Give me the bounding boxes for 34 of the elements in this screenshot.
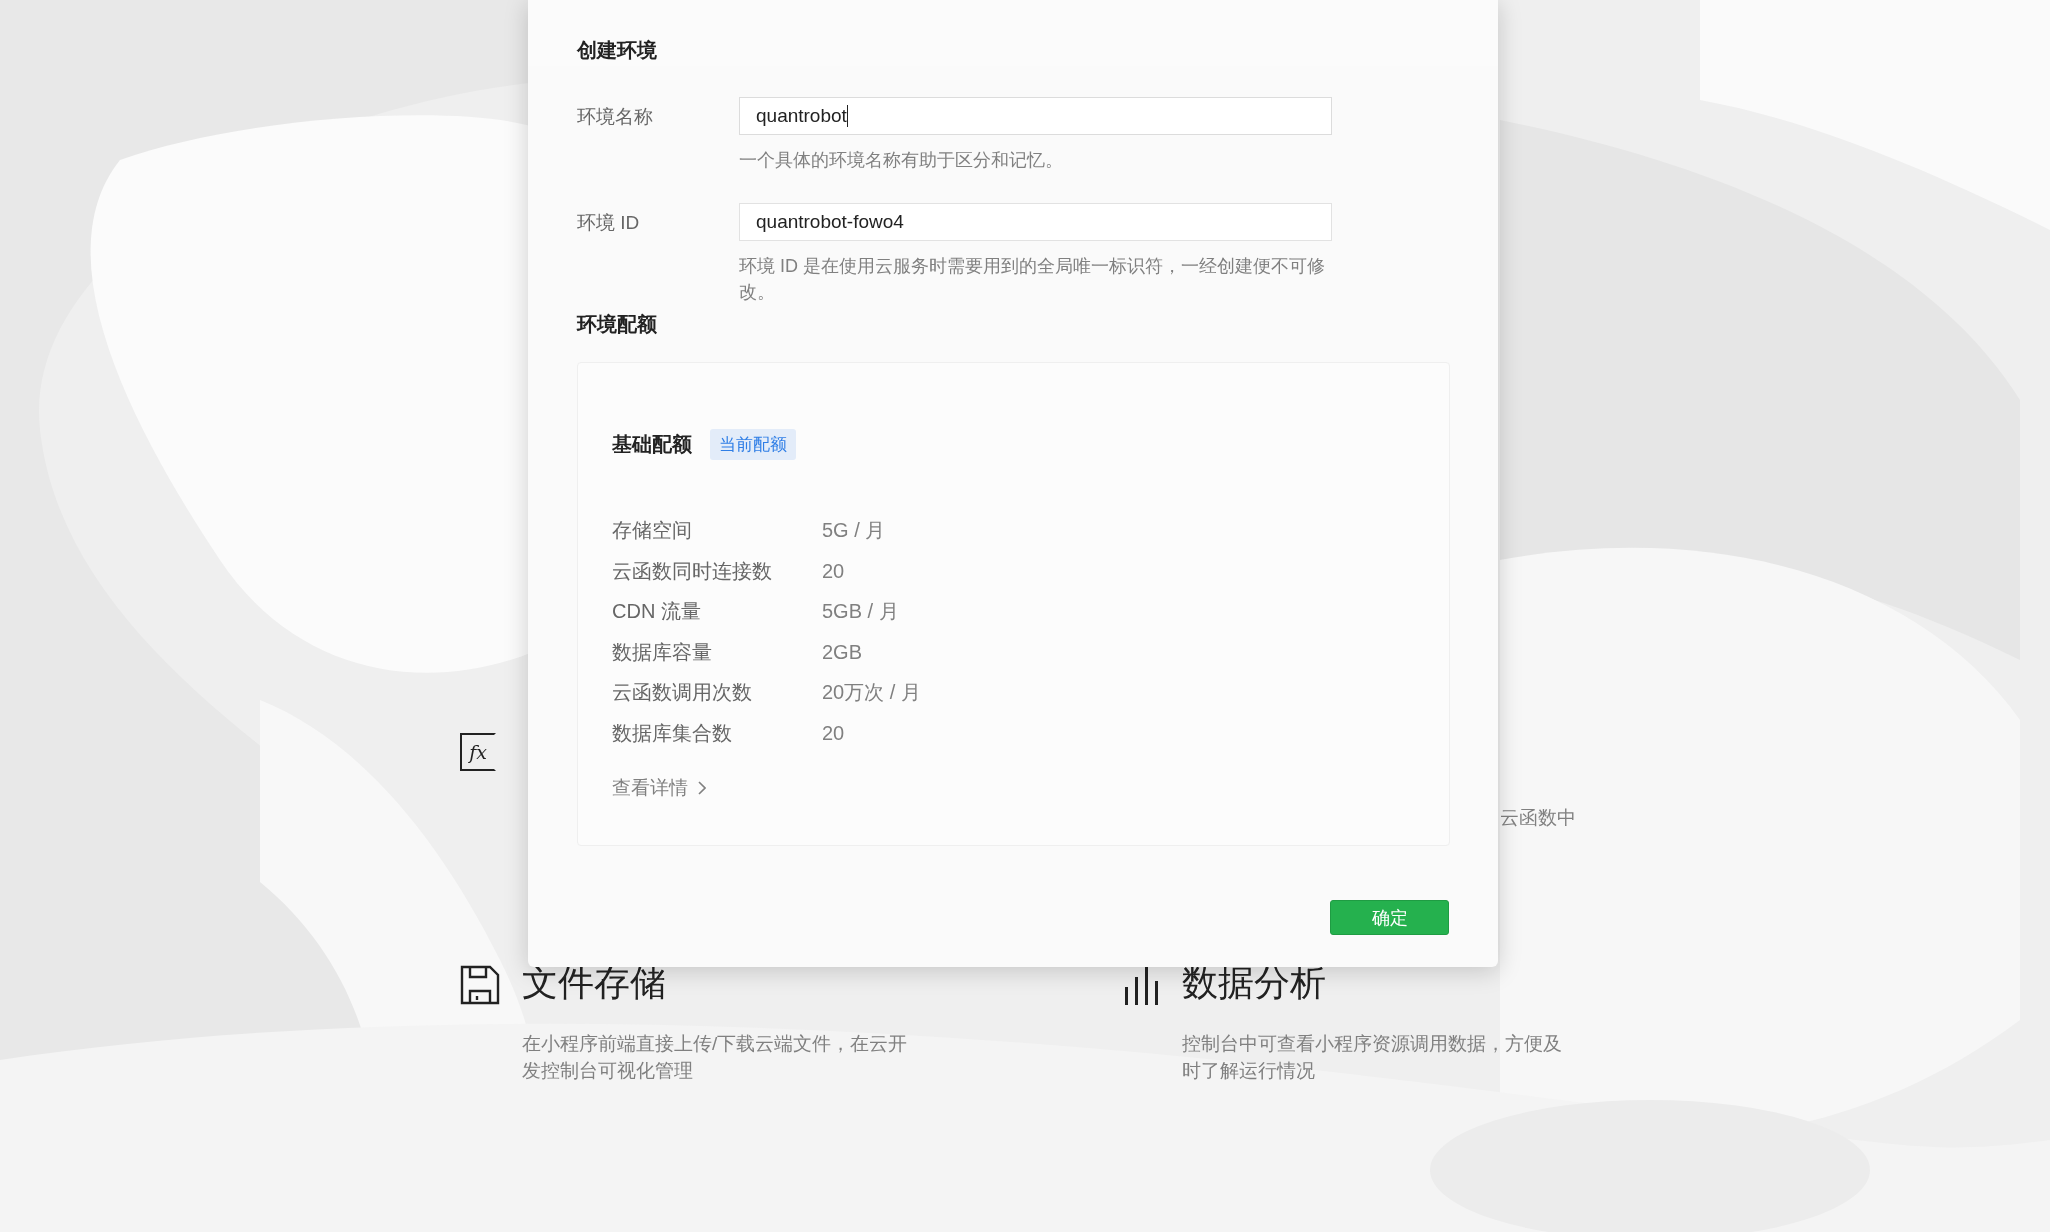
bar-chart-icon [1124,965,1160,1005]
function-icon: fx [460,733,496,771]
field-hint: 一个具体的环境名称有助于区分和记忆。 [739,149,1064,172]
quota-label: 数据库集合数 [612,720,733,746]
quota-label: CDN 流量 [612,599,702,624]
input-field[interactable]: quantrobot [739,97,1332,135]
field-label: 环境名称 [577,105,654,129]
quota-label: 存储空间 [612,518,693,543]
quota-value: 2GB [822,639,864,665]
field-label: 环境 ID [577,211,641,235]
quota-value: 20 [822,720,846,746]
quota-label: 云函数调用次数 [612,680,753,705]
quota-value: 5G / 月 [822,518,887,543]
quota-label: 数据库容量 [612,639,713,665]
feature-title: 数据分析 [1182,961,1327,1005]
quota-value: 20 [822,558,846,584]
feature-description: 时了解运行情况 [1182,1059,1316,1083]
feature-description: 云函数中 [1500,806,1576,830]
details-link[interactable]: 查看详情 [612,775,706,801]
feature-description: 控制台中可查看小程序资源调用数据，方便及 [1182,1032,1562,1056]
quota-label: 云函数同时连接数 [612,558,773,584]
quota-value: 5GB / 月 [822,599,900,624]
quota-title: 基础配额 [612,432,692,457]
input-field[interactable]: quantrobot-fowo4 [739,203,1332,241]
dialog-title: 创建环境 [577,38,657,63]
chevron-right-icon [698,781,706,795]
quota-value: 20万次 / 月 [822,680,922,705]
feature-description: 在小程序前端直接上传/下载云端文件，在云开 [522,1032,908,1056]
feature-description: 发控制台可视化管理 [522,1059,694,1083]
feature-title: 文件存储 [522,961,667,1005]
field-hint: 环境 ID 是在使用云服务时需要用到的全局唯一标识符，一经创建便不可修改。 [739,255,1326,304]
current-badge: 当前配额 [710,429,796,460]
section-title: 环境配额 [577,312,658,337]
save-icon [460,965,500,1005]
